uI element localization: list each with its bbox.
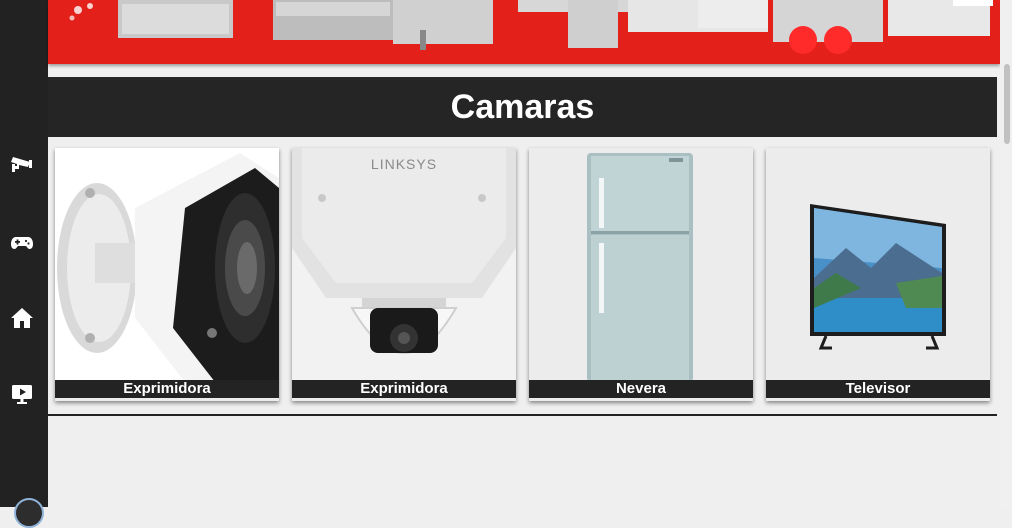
section-divider — [48, 414, 997, 416]
gamepad-icon[interactable] — [8, 228, 36, 256]
page-scrollbar[interactable] — [1000, 0, 1012, 507]
refrigerator-image — [529, 148, 753, 382]
product-card[interactable]: LINKSYS Exprimidora — [292, 148, 516, 401]
section-title: Camaras — [450, 87, 595, 126]
home-icon[interactable] — [8, 304, 36, 332]
bullet-camera-image — [55, 148, 279, 382]
product-name[interactable]: Nevera — [529, 380, 753, 398]
product-name[interactable]: Televisor — [766, 380, 990, 398]
brand-logo: LINKSYS — [370, 156, 438, 172]
product-card[interactable]: Exprimidora — [55, 148, 279, 401]
sidebar — [0, 0, 48, 528]
monitor-play-icon[interactable] — [8, 380, 36, 408]
product-grid: Exprimidora LINKSYS Exprimidora Nevera T… — [55, 148, 995, 404]
dome-camera-image — [292, 148, 516, 382]
security-camera-icon[interactable] — [8, 150, 36, 178]
product-card[interactable]: Televisor — [766, 148, 990, 401]
avatar[interactable] — [14, 498, 44, 528]
television-image — [766, 148, 990, 382]
promo-banner-image — [48, 0, 1000, 64]
scrollbar-thumb[interactable] — [1004, 64, 1010, 144]
product-card[interactable]: Nevera — [529, 148, 753, 401]
product-name[interactable]: Exprimidora — [55, 380, 279, 398]
section-header: Camaras — [48, 77, 997, 137]
promo-banner[interactable] — [48, 0, 1000, 70]
product-name[interactable]: Exprimidora — [292, 380, 516, 398]
